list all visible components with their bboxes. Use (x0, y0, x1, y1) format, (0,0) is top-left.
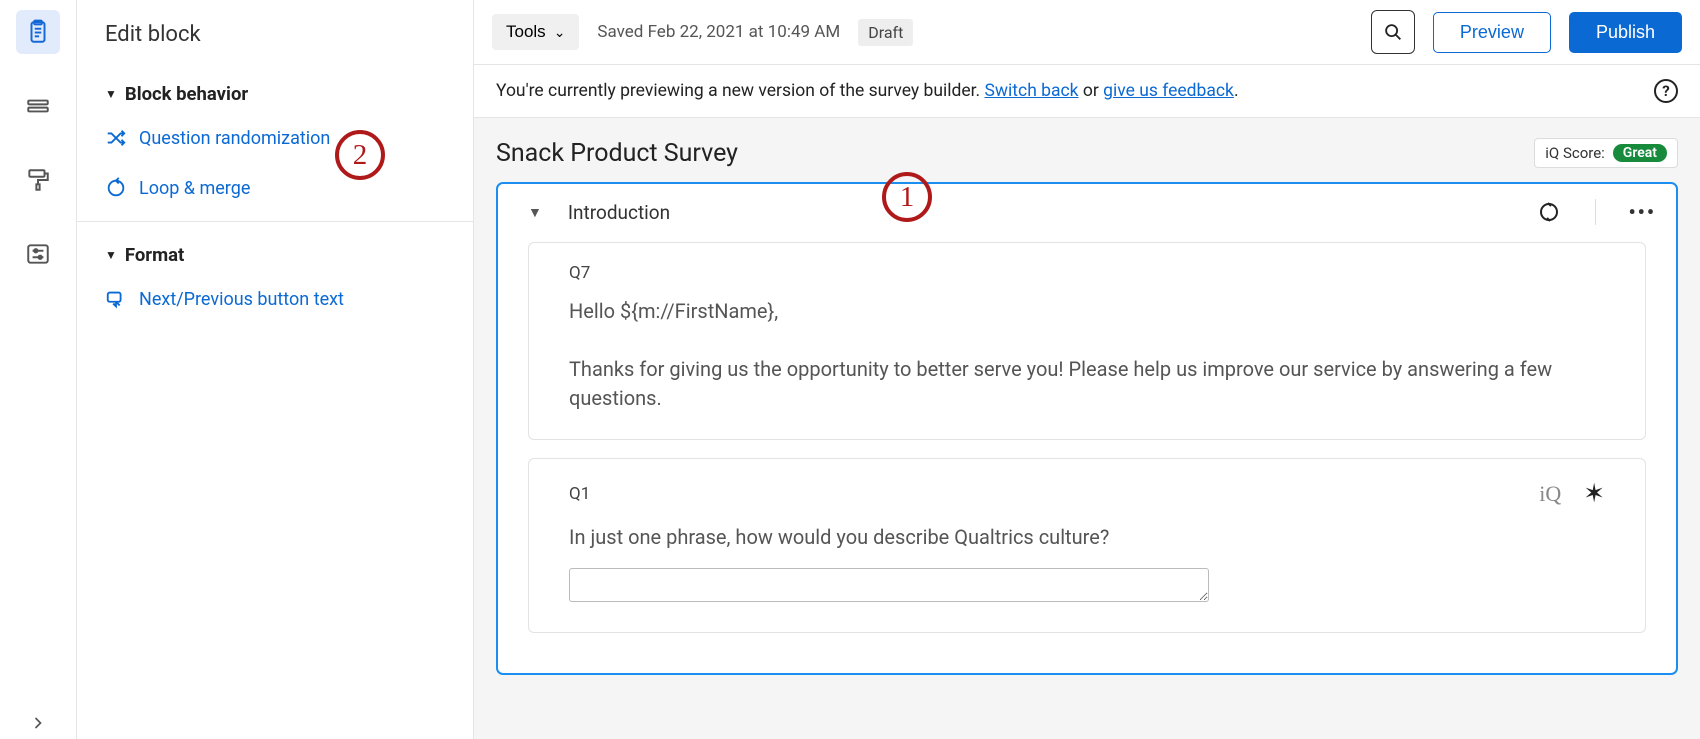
separator (1595, 199, 1596, 225)
tools-label: Tools (506, 22, 546, 42)
feedback-link[interactable]: give us feedback (1103, 81, 1234, 101)
item-question-randomization[interactable]: Question randomization (77, 113, 473, 163)
block-name[interactable]: Introduction (568, 201, 670, 224)
survey-title: Snack Product Survey (496, 139, 738, 168)
question-text: Hello ${m://FirstName}, Thanks for givin… (569, 297, 1605, 413)
iq-value: Great (1613, 144, 1667, 162)
section-label: Block behavior (125, 83, 248, 105)
item-label: Next/Previous button text (139, 289, 344, 310)
preview-button[interactable]: Preview (1433, 12, 1551, 53)
item-next-previous-text[interactable]: Next/Previous button text (77, 274, 473, 324)
block-header: ▼ Introduction ••• (498, 184, 1676, 240)
section-format[interactable]: ▼ Format (77, 236, 473, 274)
item-label: Loop & merge (139, 178, 250, 199)
rail-item-survey[interactable] (16, 10, 60, 54)
section-block-behavior[interactable]: ▼ Block behavior (77, 75, 473, 113)
publish-button[interactable]: Publish (1569, 12, 1682, 53)
question-text: In just one phrase, how would you descri… (569, 523, 1605, 552)
iq-icon[interactable]: iQ (1539, 481, 1561, 507)
section-label: Format (125, 244, 184, 266)
search-icon (1382, 21, 1404, 43)
toolbar: Tools ⌄ Saved Feb 22, 2021 at 10:49 AM D… (474, 0, 1700, 65)
switch-back-link[interactable]: Switch back (985, 81, 1079, 101)
iq-score-box[interactable]: iQ Score: Great (1534, 138, 1678, 168)
rail-expand[interactable] (0, 713, 76, 733)
banner-mid: or (1079, 81, 1104, 101)
draft-badge: Draft (858, 19, 913, 46)
banner-post: . (1234, 81, 1239, 101)
loop-icon (105, 177, 127, 199)
saved-status: Saved Feb 22, 2021 at 10:49 AM (597, 22, 840, 42)
preview-banner: You're currently previewing a new versio… (474, 65, 1700, 118)
help-button[interactable]: ? (1654, 79, 1678, 103)
banner-text: You're currently previewing a new versio… (496, 81, 1239, 101)
question-id: Q7 (569, 263, 1605, 283)
clipboard-icon (25, 19, 51, 45)
item-loop-merge[interactable]: Loop & merge (77, 163, 473, 213)
cursor-text-icon (105, 288, 127, 310)
block-more-menu[interactable]: ••• (1628, 200, 1656, 224)
survey-block[interactable]: ▼ Introduction ••• Q7 (496, 182, 1678, 675)
chevron-down-icon: ⌄ (554, 24, 566, 41)
sliders-icon (25, 241, 51, 267)
collapse-block-icon[interactable]: ▼ (528, 204, 542, 221)
main-area: Tools ⌄ Saved Feb 22, 2021 at 10:49 AM D… (474, 0, 1700, 739)
block-loop-icon[interactable] (1535, 198, 1563, 226)
edit-block-panel: Edit block ▼ Block behavior Question ran… (77, 0, 474, 739)
question-card-q1[interactable]: Q1 iQ ✶ In just one phrase, how would yo… (528, 458, 1646, 633)
text-response-input[interactable] (569, 568, 1209, 602)
shuffle-icon (105, 127, 127, 149)
caret-down-icon: ▼ (105, 87, 117, 101)
chevron-right-icon (28, 713, 48, 733)
rail-item-options[interactable] (16, 232, 60, 276)
tools-dropdown[interactable]: Tools ⌄ (492, 14, 579, 50)
search-button[interactable] (1371, 10, 1415, 54)
divider (77, 221, 473, 222)
canvas: Snack Product Survey iQ Score: Great ▼ I… (474, 118, 1700, 739)
flow-icon (25, 93, 51, 119)
q7-line2: Thanks for giving us the opportunity to … (569, 357, 1552, 410)
nav-rail (0, 0, 77, 739)
question-card-q7[interactable]: Q7 Hello ${m://FirstName}, Thanks for gi… (528, 242, 1646, 440)
panel-title: Edit block (77, 22, 473, 47)
rail-item-look[interactable] (16, 158, 60, 202)
caret-down-icon: ▼ (105, 248, 117, 262)
paint-roller-icon (25, 167, 51, 193)
q7-line1: Hello ${m://FirstName}, (569, 299, 778, 323)
required-star-icon: ✶ (1583, 479, 1605, 509)
iq-label: iQ Score: (1545, 144, 1605, 162)
rail-item-flow[interactable] (16, 84, 60, 128)
item-label: Question randomization (139, 128, 330, 149)
banner-pre: You're currently previewing a new versio… (496, 81, 985, 101)
question-id: Q1 (569, 484, 590, 504)
